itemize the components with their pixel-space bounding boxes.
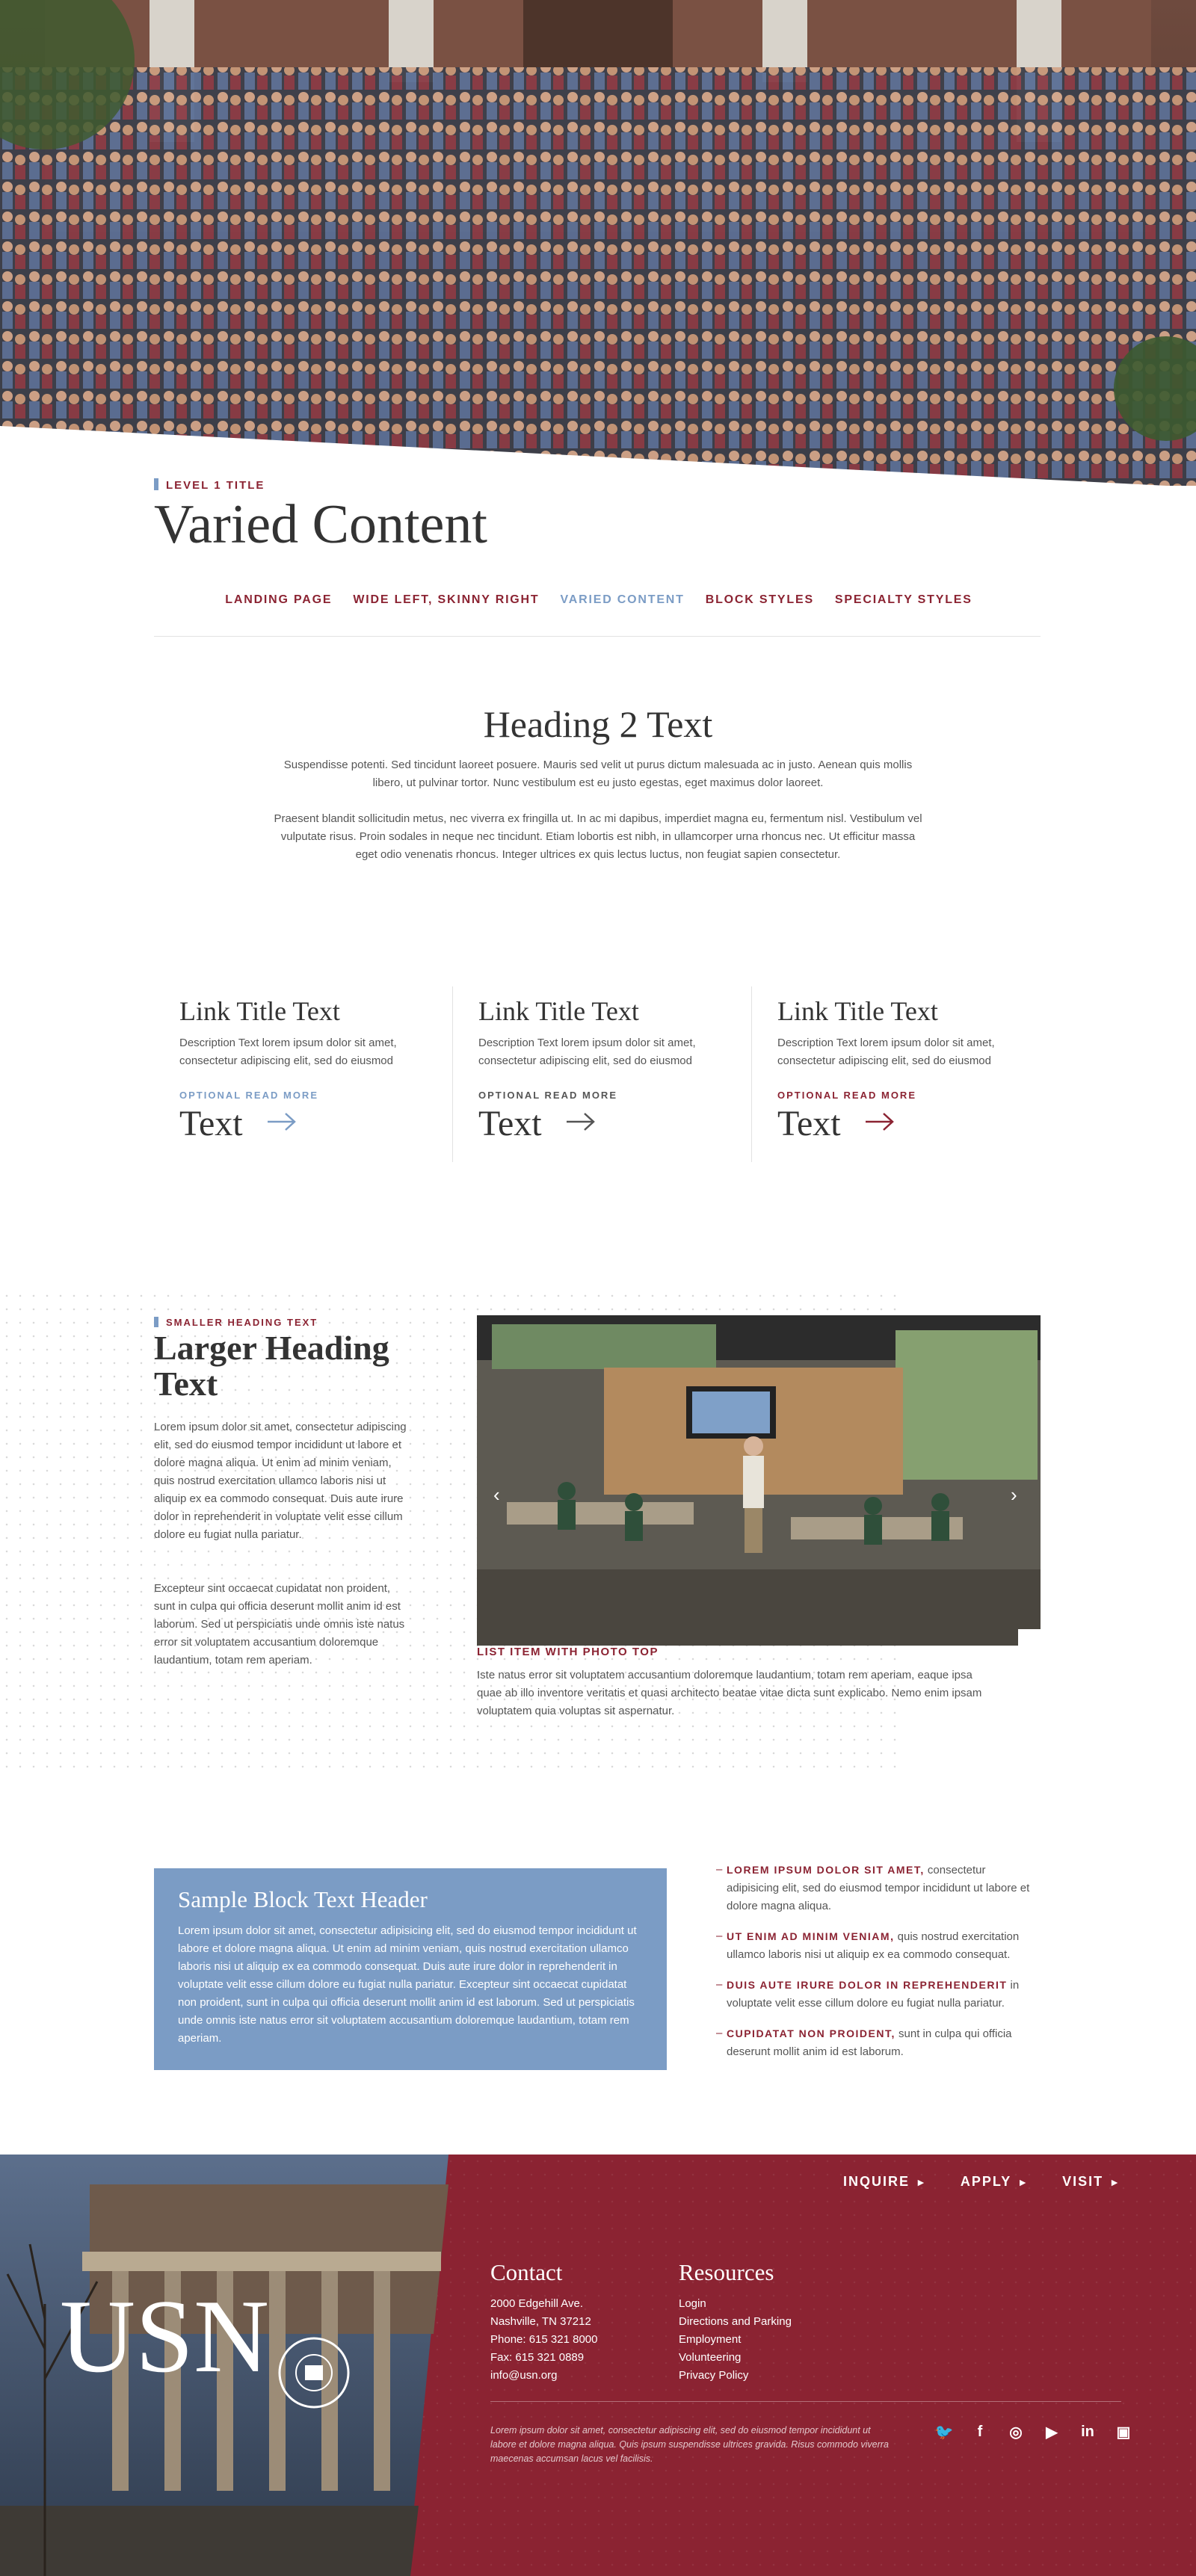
card-read-more[interactable]: OPTIONAL READ MORE <box>179 1090 318 1101</box>
heading-2: Heading 2 Text <box>483 703 713 745</box>
address-city: Nashville, TN 37212 <box>490 2315 591 2328</box>
resource-link-login[interactable]: Login <box>679 2295 792 2313</box>
classroom-photo <box>477 1315 1041 1646</box>
photo-list-description: Iste natus error sit voluptatem accusant… <box>477 1669 982 1717</box>
intro-paragraph-2: Praesent blandit sollicitudin metus, nec… <box>274 812 922 861</box>
linkedin-icon[interactable]: in <box>1078 2422 1097 2441</box>
phone-number[interactable]: Phone: 615 321 8000 <box>490 2331 597 2349</box>
card-read-more[interactable]: OPTIONAL READ MORE <box>777 1090 916 1101</box>
arrow-right-icon[interactable] <box>565 1111 597 1133</box>
caret-right-icon: ► <box>1017 2176 1030 2188</box>
link-card-1[interactable]: Link Title Text Description Text lorem i… <box>154 986 453 1162</box>
twitter-icon[interactable]: 🐦 <box>934 2422 954 2441</box>
footer-cta-bar: INQUIRE ► APPLY ► VISIT ► <box>843 2174 1121 2190</box>
resource-link-privacy[interactable]: Privacy Policy <box>679 2367 792 2385</box>
card-read-more[interactable]: OPTIONAL READ MORE <box>478 1090 617 1101</box>
social-links: 🐦 f ◎ ▶ in ▣ <box>934 2422 1133 2441</box>
inquire-link[interactable]: INQUIRE ► <box>843 2174 928 2190</box>
card-title: Link Title Text <box>777 996 938 1026</box>
card-link-text[interactable]: Text <box>777 1103 841 1144</box>
eyebrow-bar <box>154 1317 158 1327</box>
resource-link-employment[interactable]: Employment <box>679 2331 792 2349</box>
subnav-block-styles[interactable]: BLOCK STYLES <box>706 583 814 636</box>
subnav-varied-content[interactable]: VARIED CONTENT <box>561 583 685 636</box>
subnav-wide-left[interactable]: WIDE LEFT, SKINNY RIGHT <box>353 583 539 636</box>
apply-link[interactable]: APPLY ► <box>961 2174 1029 2190</box>
photo-list-title: LIST ITEM WITH PHOTO TOP <box>477 1646 659 1658</box>
link-card-2[interactable]: Link Title Text Description Text lorem i… <box>453 986 752 1162</box>
block-title: Sample Block Text Header <box>178 1886 428 1912</box>
youtube-icon[interactable]: ▶ <box>1042 2422 1061 2441</box>
facebook-icon[interactable]: f <box>970 2422 990 2441</box>
classroom-photo-image <box>477 1315 1041 1646</box>
card-link-text[interactable]: Text <box>478 1103 542 1144</box>
subnav-landing-page[interactable]: LANDING PAGE <box>225 583 332 636</box>
card-description: Description Text lorem ipsum dolor sit a… <box>777 1037 995 1067</box>
hero <box>0 0 1196 486</box>
list-item: UT ENIM AD MINIM VENIAM, quis nostrud ex… <box>716 1927 1039 1964</box>
site-footer: USN INQUIRE ► APPLY ► VISIT ► Contact 2000 … <box>0 2155 1196 2576</box>
card-description: Description Text lorem ipsum dolor sit a… <box>179 1037 397 1067</box>
fax-number: Fax: 615 321 0889 <box>490 2351 585 2364</box>
feature-paragraph-2: Excepteur sint occaecat cupidatat non pr… <box>154 1582 405 1667</box>
carousel-prev-icon[interactable]: ‹ <box>493 1483 500 1507</box>
link-card-3[interactable]: Link Title Text Description Text lorem i… <box>752 986 1051 1162</box>
card-title: Link Title Text <box>478 996 639 1026</box>
caret-right-icon: ► <box>1109 2176 1121 2188</box>
campus-photo: USN <box>0 2155 449 2576</box>
list-item: LOREM IPSUM DOLOR SIT AMET, consectetur … <box>716 1861 1039 1915</box>
card-title: Link Title Text <box>179 996 340 1026</box>
resources-heading: Resources <box>679 2259 774 2285</box>
resource-link-volunteering[interactable]: Volunteering <box>679 2349 792 2367</box>
card-description: Description Text lorem ipsum dolor sit a… <box>478 1037 696 1067</box>
email-link[interactable]: info@usn.org <box>490 2367 597 2385</box>
list-item: DUIS AUTE IRURE DOLOR IN REPREHENDERIT i… <box>716 1976 1039 2013</box>
visit-link[interactable]: VISIT ► <box>1062 2174 1121 2190</box>
eyebrow-bar <box>154 478 158 490</box>
caret-right-icon: ► <box>916 2176 928 2188</box>
flickr-icon[interactable]: ▣ <box>1114 2422 1133 2441</box>
usn-logo: USN <box>60 2279 269 2394</box>
footer-legal-text: Lorem ipsum dolor sit amet, consectetur … <box>490 2425 889 2464</box>
intro-paragraph-1: Suspendisse potenti. Sed tincidunt laore… <box>283 759 913 789</box>
footer-resources: Resources Login Directions and Parking E… <box>679 2259 792 2385</box>
feature-eyebrow: SMALLER HEADING TEXT <box>154 1317 318 1328</box>
bullet-list: LOREM IPSUM DOLOR SIT AMET, consectetur … <box>716 1861 1039 2073</box>
list-item: CUPIDATAT NON PROIDENT, sunt in culpa qu… <box>716 2024 1039 2061</box>
instagram-icon[interactable]: ◎ <box>1006 2422 1026 2441</box>
card-link-text[interactable]: Text <box>179 1103 243 1144</box>
sample-block: Sample Block Text Header Lorem ipsum dol… <box>154 1868 667 2070</box>
hero-diagonal-cut <box>0 426 1196 486</box>
feature-paragraph-1: Lorem ipsum dolor sit amet, consectetur … <box>154 1421 407 1541</box>
resource-link-directions[interactable]: Directions and Parking <box>679 2313 792 2331</box>
carousel-next-icon[interactable]: › <box>1011 1483 1017 1507</box>
arrow-right-icon[interactable] <box>864 1111 896 1133</box>
page-title: Varied Content <box>154 494 487 555</box>
footer-contact: Contact 2000 Edgehill Ave. Nashville, TN… <box>490 2259 597 2385</box>
title-eyebrow: LEVEL 1 TITLE <box>154 478 265 492</box>
arrow-right-icon[interactable] <box>266 1111 298 1133</box>
subnav-specialty-styles[interactable]: SPECIALTY STYLES <box>835 583 972 636</box>
footer-divider <box>490 2401 1121 2402</box>
address-line: 2000 Edgehill Ave. <box>490 2297 583 2310</box>
block-text: Lorem ipsum dolor sit amet, consectetur … <box>178 1924 637 2045</box>
contact-heading: Contact <box>490 2259 563 2285</box>
section-subnav: LANDING PAGE WIDE LEFT, SKINNY RIGHT VAR… <box>154 583 1041 637</box>
feature-heading: Larger Heading Text <box>154 1329 389 1403</box>
